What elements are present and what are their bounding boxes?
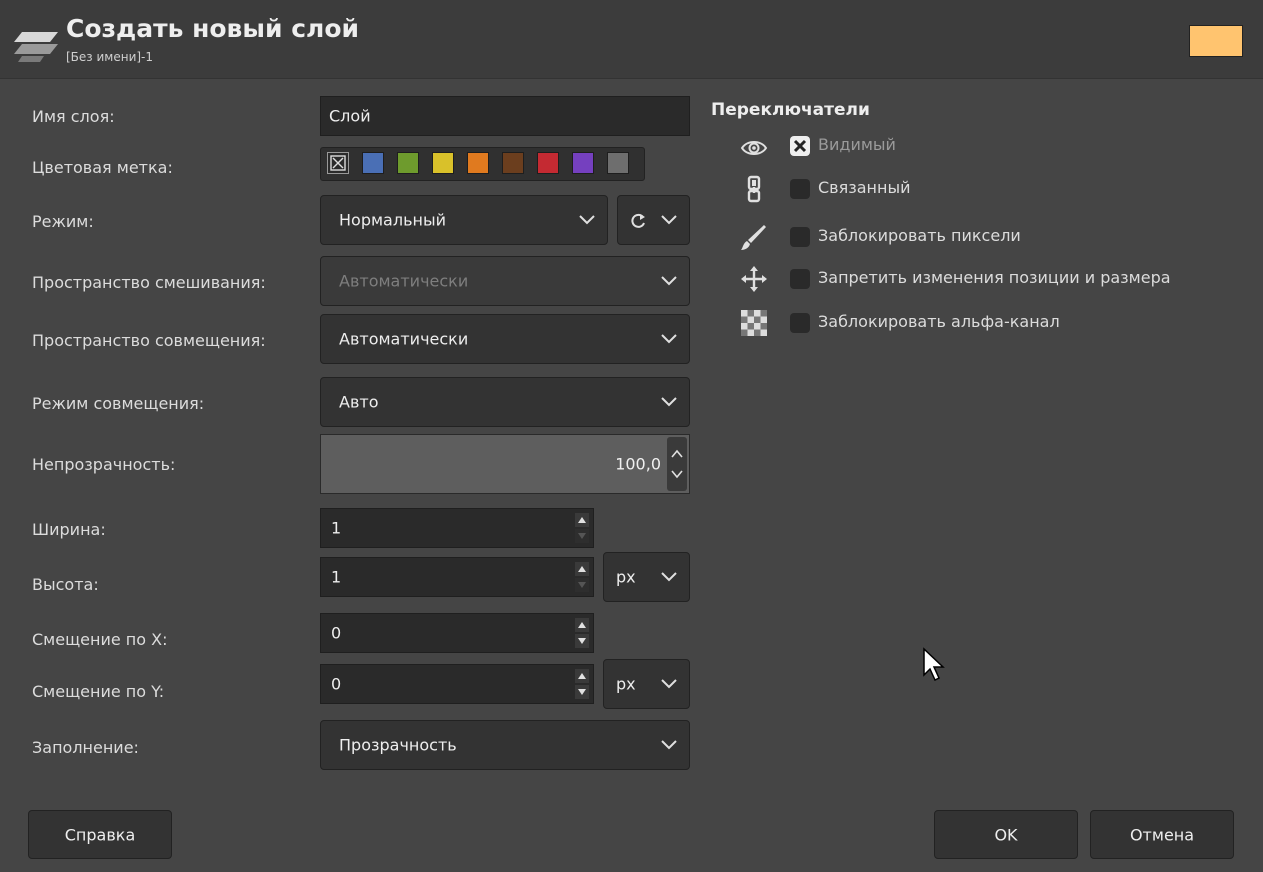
lock-alpha-checkbox[interactable]: [790, 313, 810, 333]
opacity-value: 100,0: [615, 454, 661, 474]
layer-name-input[interactable]: Слой: [320, 96, 690, 136]
image-name-subtitle: [Без имени]-1: [66, 50, 154, 64]
chevron-down-icon: [579, 215, 595, 225]
offset-y-spin-buttons[interactable]: [573, 667, 591, 701]
composite-mode-value: Авто: [339, 392, 379, 412]
cancel-button[interactable]: Отмена: [1090, 810, 1234, 859]
offset-y-input[interactable]: 0: [320, 664, 594, 704]
fill-dropdown[interactable]: Прозрачность: [320, 720, 690, 770]
mouse-cursor-icon: [923, 647, 945, 682]
reset-mode-icon: [631, 213, 645, 228]
cancel-button-label: Отмена: [1129, 825, 1195, 844]
blend-space-label: Пространство смешивания:: [32, 273, 266, 292]
linked-checkbox[interactable]: [790, 179, 810, 199]
width-input[interactable]: 1: [320, 508, 594, 548]
chevron-down-icon: [661, 679, 677, 689]
blend-space-dropdown[interactable]: Автоматически: [320, 256, 690, 306]
chevron-down-icon: [661, 572, 677, 582]
switch-lock-alpha[interactable]: Заблокировать альфа-канал: [740, 309, 1260, 343]
chevron-down-icon: [661, 740, 677, 750]
width-value: 1: [331, 518, 342, 538]
chevron-down-icon: [661, 334, 677, 344]
lock-position-checkbox[interactable]: [790, 269, 810, 289]
foreground-color-swatch: [1189, 25, 1243, 57]
color-tag-violet[interactable]: [572, 152, 594, 174]
height-value: 1: [331, 567, 342, 587]
chevron-down-icon: [661, 276, 677, 286]
color-tag-selector[interactable]: [320, 147, 645, 181]
opacity-label: Непрозрачность:: [32, 455, 176, 474]
opacity-spin-buttons[interactable]: [667, 437, 687, 491]
color-tag-red[interactable]: [537, 152, 559, 174]
offset-y-label: Смещение по Y:: [32, 682, 165, 701]
offset-unit-value: px: [616, 674, 636, 694]
visible-checkbox[interactable]: [790, 136, 810, 156]
blend-space-value: Автоматически: [339, 271, 469, 291]
eye-icon: [740, 141, 768, 155]
fill-label: Заполнение:: [32, 738, 139, 757]
lock-pixels-checkbox[interactable]: [790, 227, 810, 247]
ok-button-label: OK: [994, 825, 1018, 844]
switch-visible[interactable]: Видимый: [740, 132, 1260, 166]
color-tag-gray[interactable]: [607, 152, 629, 174]
width-spin-buttons[interactable]: [573, 511, 591, 545]
visible-label: Видимый: [818, 135, 896, 154]
composite-space-label: Пространство совмещения:: [32, 331, 266, 350]
lock-alpha-label: Заблокировать альфа-канал: [818, 312, 1060, 331]
color-tag-yellow[interactable]: [432, 152, 454, 174]
offset-x-label: Смещение по X:: [32, 630, 168, 649]
switch-lock-pixels[interactable]: Заблокировать пиксели: [740, 221, 1260, 255]
switch-lock-position[interactable]: Запретить изменения позиции и размера: [740, 265, 1260, 299]
move-icon: [741, 266, 767, 292]
composite-mode-label: Режим совмещения:: [32, 394, 205, 413]
composite-space-dropdown[interactable]: Автоматически: [320, 314, 690, 364]
color-tag-blue[interactable]: [362, 152, 384, 174]
size-unit-dropdown[interactable]: px: [603, 552, 690, 602]
color-tag-orange[interactable]: [467, 152, 489, 174]
offset-unit-dropdown[interactable]: px: [603, 659, 690, 709]
paintbrush-icon: [741, 225, 766, 250]
color-tag-green[interactable]: [397, 152, 419, 174]
new-layer-icon: [14, 32, 58, 62]
chevron-down-icon: [661, 215, 677, 225]
lock-position-label: Запретить изменения позиции и размера: [818, 268, 1171, 287]
dialog-title: Создать новый слой: [66, 14, 360, 43]
offset-x-input[interactable]: 0: [320, 613, 594, 653]
mode-dropdown[interactable]: Нормальный: [320, 195, 608, 245]
fill-value: Прозрачность: [339, 735, 457, 755]
opacity-scale[interactable]: 100,0: [320, 434, 690, 494]
layer-name-value: Слой: [329, 106, 371, 126]
chevron-down-icon: [661, 397, 677, 407]
mode-label: Режим:: [32, 212, 94, 231]
help-button[interactable]: Справка: [28, 810, 172, 859]
width-label: Ширина:: [32, 520, 106, 539]
composite-space-value: Автоматически: [339, 329, 469, 349]
offset-x-spin-buttons[interactable]: [573, 616, 591, 650]
mode-group-dropdown[interactable]: [617, 195, 690, 245]
height-input[interactable]: 1: [320, 557, 594, 597]
chain-icon: [747, 175, 761, 203]
color-tag-none[interactable]: [327, 152, 349, 174]
height-label: Высота:: [32, 575, 99, 594]
ok-button[interactable]: OK: [934, 810, 1078, 859]
switch-linked[interactable]: Связанный: [740, 173, 1260, 207]
size-unit-value: px: [616, 567, 636, 587]
height-spin-buttons[interactable]: [573, 560, 591, 594]
layer-name-label: Имя слоя:: [32, 107, 115, 126]
color-tag-label: Цветовая метка:: [32, 158, 173, 177]
help-button-label: Справка: [64, 825, 136, 844]
linked-label: Связанный: [818, 178, 911, 197]
offset-y-value: 0: [331, 674, 342, 694]
lock-pixels-label: Заблокировать пиксели: [818, 226, 1021, 245]
offset-x-value: 0: [331, 623, 342, 643]
switches-title: Переключатели: [711, 100, 870, 120]
mode-value: Нормальный: [339, 210, 446, 230]
checkerboard-icon: [741, 310, 767, 336]
composite-mode-dropdown[interactable]: Авто: [320, 377, 690, 427]
color-tag-brown[interactable]: [502, 152, 524, 174]
